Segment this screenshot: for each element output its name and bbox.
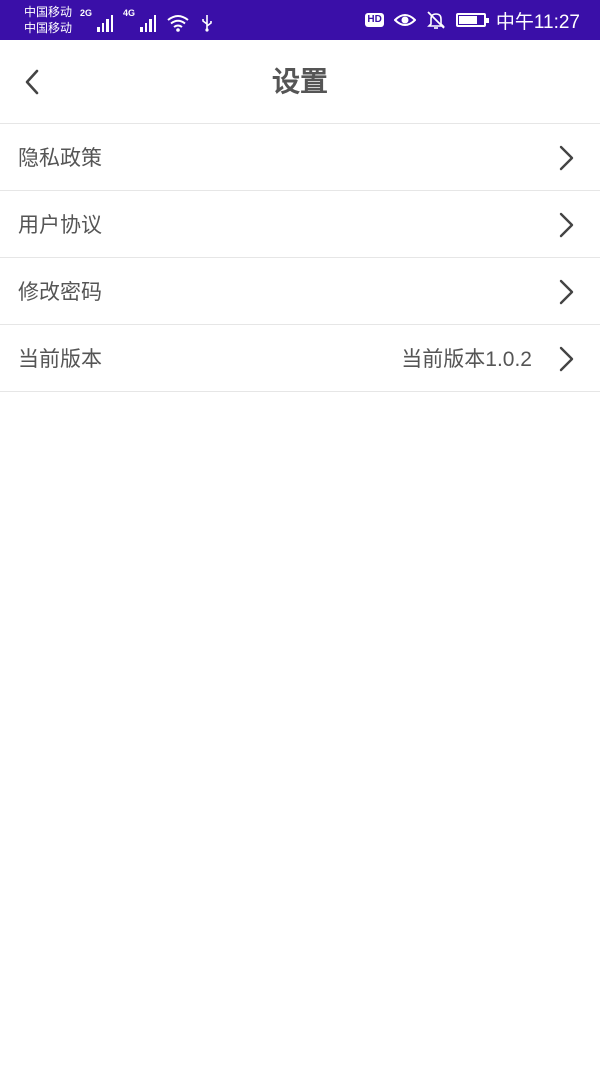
settings-item-user-agreement[interactable]: 用户协议: [0, 191, 600, 258]
chevron-right-icon: [559, 279, 574, 305]
carrier-1: 中国移动: [24, 5, 73, 19]
network-type-1: 2G: [80, 8, 93, 18]
chevron-right-icon: [559, 145, 574, 171]
signal-2-icon: [140, 14, 157, 32]
settings-list: 隐私政策 用户协议 修改密码 当前版本 当前版本1.0.2: [0, 124, 600, 392]
usb-icon: [202, 15, 212, 32]
hd-icon: HD: [365, 13, 384, 27]
settings-item-label: 当前版本: [18, 348, 102, 371]
network-icons: 2G 4G: [80, 8, 214, 32]
settings-item-label: 用户协议: [18, 214, 102, 237]
page-title: 设置: [271, 66, 328, 97]
wifi-icon: [167, 15, 189, 32]
bell-off-icon: [426, 11, 445, 29]
settings-item-current-version[interactable]: 当前版本 当前版本1.0.2: [0, 325, 600, 392]
status-bar: 中国移动 中国移动 2G 4G HD 中午11:27: [0, 0, 600, 40]
eye-comfort-icon: [393, 14, 416, 26]
carrier-info: 中国移动 中国移动: [24, 4, 72, 36]
status-time: 中午11:27: [495, 11, 580, 33]
settings-item-label: 修改密码: [18, 281, 102, 304]
settings-item-label: 隐私政策: [18, 147, 102, 170]
signal-1-icon: [97, 14, 114, 32]
page-header: 设置: [0, 40, 600, 124]
chevron-right-icon: [559, 346, 574, 372]
settings-item-change-password[interactable]: 修改密码: [0, 258, 600, 325]
version-value: 当前版本1.0.2: [401, 348, 532, 371]
battery-icon: [455, 13, 489, 27]
status-right-icons: HD 中午11:27: [365, 8, 580, 33]
network-type-2: 4G: [123, 8, 136, 18]
chevron-right-icon: [559, 212, 574, 238]
carrier-2: 中国移动: [24, 21, 73, 35]
settings-item-privacy-policy[interactable]: 隐私政策: [0, 124, 600, 191]
